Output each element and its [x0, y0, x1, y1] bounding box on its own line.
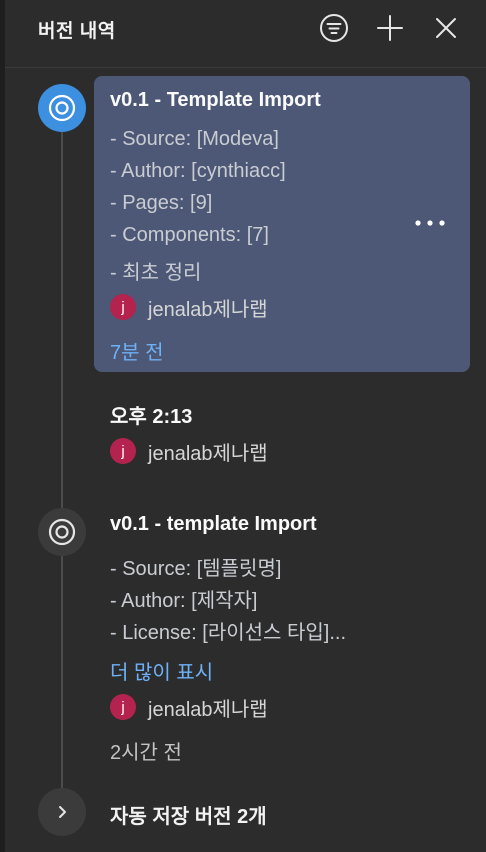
author-name: jenalab제나랩 [148, 442, 268, 465]
panel-title: 버전 내역 [38, 21, 116, 42]
close-icon[interactable] [430, 12, 462, 44]
author-name: jenalab제나랩 [148, 298, 268, 321]
left-panel-edge [0, 0, 5, 852]
show-more-link[interactable]: 더 많이 표시 [110, 656, 213, 685]
autosave-versions-toggle[interactable]: 자동 저장 버전 2개 [110, 800, 267, 829]
version-title[interactable]: v0.1 - template Import [110, 513, 317, 536]
version-description-line: - Pages: [9] [110, 192, 213, 214]
version-description-line: - License: [라이선스 타입]... [110, 622, 347, 644]
chevron-right-icon[interactable] [38, 788, 86, 836]
version-description-line: - Author: [제작자] [110, 590, 258, 612]
filter-icon[interactable] [318, 12, 350, 44]
version-author: j jenalab제나랩 [110, 693, 268, 721]
add-icon[interactable] [374, 12, 406, 44]
author-name: jenalab제나랩 [148, 698, 268, 721]
version-description-line: - Author: [cynthiacc] [110, 160, 286, 182]
version-title[interactable]: 오후 2:13 [110, 400, 192, 429]
version-author: j jenalab제나랩 [110, 437, 268, 465]
version-description-line: - Source: [템플릿명] [110, 558, 282, 580]
version-description-line: - Components: [7] [110, 224, 269, 246]
version-title: v0.1 - Template Import [110, 89, 321, 111]
more-horizontal-icon[interactable] [410, 206, 450, 240]
avatar: j [110, 694, 136, 720]
avatar: j [110, 438, 136, 464]
panel-header: 버전 내역 [5, 0, 486, 68]
version-node-icon [38, 508, 86, 556]
version-author: j jenalab제나랩 [110, 293, 268, 321]
avatar: j [110, 294, 136, 320]
timeline-line [61, 110, 63, 805]
version-description-line: - Source: [Modeva] [110, 128, 279, 150]
version-timestamp: 7분 전 [110, 342, 164, 364]
version-node-active-icon [38, 84, 86, 132]
version-timestamp: 2시간 전 [110, 742, 182, 764]
version-description-line: - 최초 정리 [110, 262, 202, 284]
